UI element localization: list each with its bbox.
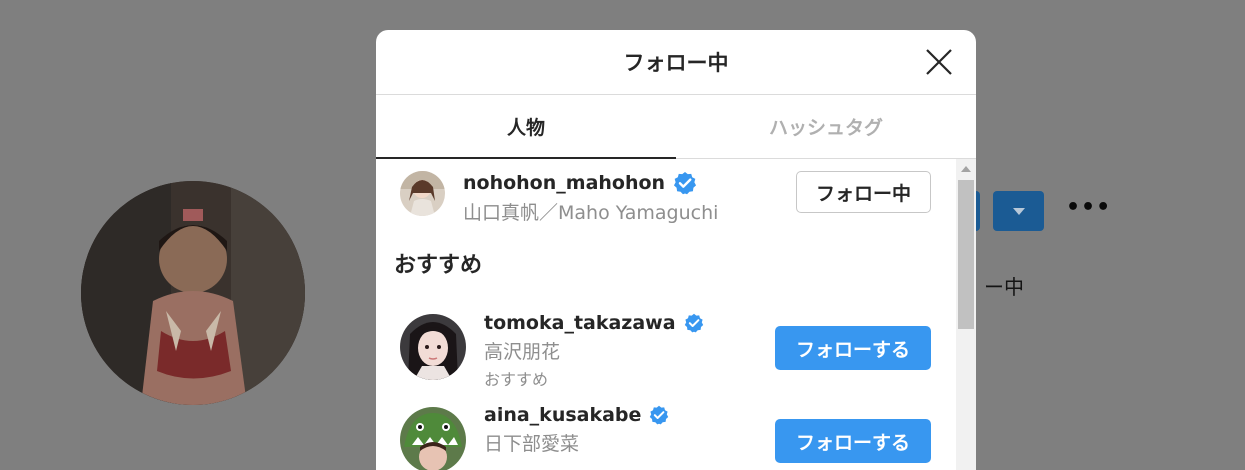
follow-button[interactable]: フォローする	[775, 419, 931, 463]
following-modal: フォロー中 人物 ハッシュタグ nohohon_mahohon 山口真帆／Mah…	[376, 30, 976, 470]
list-item: aina_kusakabe 日下部愛菜 フォローする	[376, 393, 956, 470]
modal-header: フォロー中	[376, 30, 976, 95]
suggestions-title: おすすめ	[394, 253, 483, 278]
full-name: 高沢朋花	[484, 341, 561, 363]
modal-tabs: 人物 ハッシュタグ	[376, 95, 976, 159]
tab-label: ハッシュタグ	[768, 117, 883, 139]
verified-badge-icon	[674, 171, 697, 195]
username[interactable]: nohohon_mahohon	[463, 172, 665, 194]
username[interactable]: aina_kusakabe	[484, 404, 641, 426]
scroll-up-arrow-icon[interactable]	[961, 166, 971, 172]
avatar[interactable]	[400, 314, 466, 380]
user-info: nohohon_mahohon 山口真帆／Maho Yamaguchi	[463, 171, 718, 225]
verified-badge-icon	[684, 313, 703, 333]
tab-label: 人物	[506, 117, 545, 139]
more-options-icon[interactable]: •••	[1066, 197, 1110, 219]
scrollbar[interactable]	[956, 159, 976, 470]
tab-hashtags[interactable]: ハッシュタグ	[676, 95, 976, 158]
full-name: 日下部愛菜	[484, 433, 580, 455]
chevron-down-icon	[1012, 207, 1025, 215]
tab-people[interactable]: 人物	[376, 95, 676, 158]
modal-title: フォロー中	[623, 51, 729, 75]
profile-avatar	[81, 181, 305, 405]
avatar[interactable]	[400, 171, 445, 216]
avatar[interactable]	[400, 407, 466, 470]
follow-button[interactable]: フォローする	[775, 326, 931, 370]
full-name: 山口真帆／Maho Yamaguchi	[463, 202, 719, 224]
verified-badge-icon	[650, 405, 669, 425]
list-item: nohohon_mahohon 山口真帆／Maho Yamaguchi フォロー…	[376, 159, 956, 229]
username-line: tomoka_takazawa	[484, 312, 704, 334]
user-info: tomoka_takazawa 高沢朋花 おすすめ	[484, 312, 704, 390]
user-info: aina_kusakabe 日下部愛菜	[484, 404, 669, 456]
following-list[interactable]: nohohon_mahohon 山口真帆／Maho Yamaguchi フォロー…	[376, 159, 976, 470]
following-button[interactable]: フォロー中	[796, 171, 931, 213]
suggestion-reason: おすすめ	[484, 370, 549, 389]
following-count-label: ー中	[984, 275, 1024, 299]
username-line: aina_kusakabe	[484, 404, 669, 426]
scrollbar-thumb[interactable]	[958, 180, 974, 329]
list-item: tomoka_takazawa 高沢朋花 おすすめ フォローする	[376, 299, 956, 393]
close-icon[interactable]	[924, 47, 954, 77]
username[interactable]: tomoka_takazawa	[484, 312, 676, 334]
suggestions-dropdown-button[interactable]	[993, 191, 1044, 231]
username-line: nohohon_mahohon	[463, 171, 718, 195]
